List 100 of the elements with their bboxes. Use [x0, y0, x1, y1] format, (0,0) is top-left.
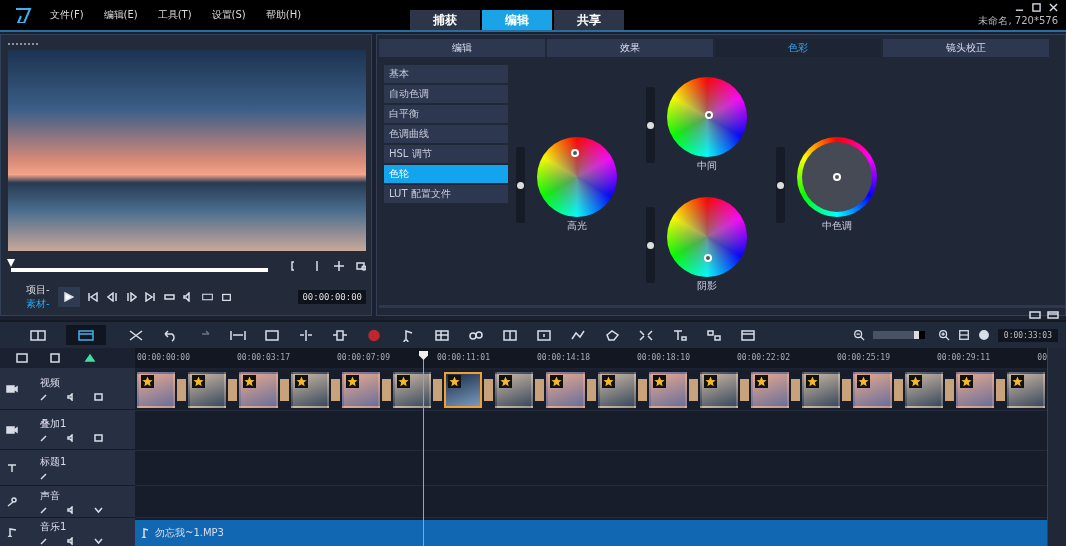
slider-track[interactable]: [646, 207, 655, 283]
menu-item[interactable]: 帮助(H): [265, 8, 302, 22]
mode-link[interactable]: 素材-: [26, 297, 50, 311]
category-item[interactable]: 白平衡: [384, 105, 508, 123]
wheel-handle[interactable]: [704, 110, 713, 119]
split-arrows-icon[interactable]: [298, 328, 314, 342]
menu-item[interactable]: 编辑(E): [103, 8, 138, 22]
mode-link[interactable]: 项目-: [26, 283, 50, 297]
pencil-icon[interactable]: [40, 393, 49, 401]
step-forward-icon[interactable]: [125, 292, 137, 302]
transition-clip[interactable]: [740, 379, 750, 401]
category-item[interactable]: 色调曲线: [384, 125, 508, 143]
chevron-down-icon[interactable]: [94, 506, 103, 514]
squares-icon[interactable]: [502, 328, 518, 342]
panel-tab[interactable]: 色彩: [715, 39, 881, 57]
screen-icon[interactable]: [536, 328, 552, 342]
fit-icon[interactable]: [957, 329, 970, 341]
zoom-slider-thumb[interactable]: [914, 331, 920, 339]
text-icon[interactable]: [6, 462, 18, 473]
category-item[interactable]: HSL 调节: [384, 145, 508, 163]
video-clip[interactable]: [546, 372, 585, 408]
slider-track[interactable]: [776, 147, 785, 223]
panel-tab[interactable]: 效果: [547, 39, 713, 57]
panel-tab[interactable]: 编辑: [379, 39, 545, 57]
audio-clip[interactable]: 勿忘我~1.MP3: [135, 520, 1047, 546]
wheel-handle[interactable]: [703, 253, 712, 262]
zoom-slider-fill[interactable]: [872, 331, 915, 339]
slider-thumb[interactable]: [777, 182, 784, 189]
transition-clip[interactable]: [279, 379, 289, 401]
transition-clip[interactable]: [842, 379, 852, 401]
wheel-handle[interactable]: [571, 149, 580, 157]
video-clip[interactable]: [239, 372, 278, 408]
transition-clip[interactable]: [893, 379, 903, 401]
music-note-icon[interactable]: [6, 527, 18, 537]
fit-width-icon[interactable]: [230, 328, 246, 342]
transition-clip[interactable]: [228, 379, 238, 401]
transition-clip[interactable]: [944, 379, 954, 401]
crop-icon[interactable]: [220, 292, 232, 302]
video-camera-icon[interactable]: [6, 424, 18, 435]
timecode-field[interactable]: 00:00:00:00: [298, 290, 366, 304]
video-clip[interactable]: [597, 372, 636, 408]
video-clip[interactable]: [751, 372, 790, 408]
crosshair-icon[interactable]: [334, 261, 344, 271]
maximize-icon[interactable]: [1032, 2, 1041, 12]
menu-item[interactable]: 工具(T): [157, 8, 192, 22]
video-clip[interactable]: [955, 372, 994, 408]
chevron-down-icon[interactable]: [94, 536, 103, 545]
speaker-icon[interactable]: [67, 393, 76, 401]
shape-icon[interactable]: [604, 328, 620, 342]
text-icon[interactable]: [672, 328, 688, 342]
scrub-handle[interactable]: [7, 259, 15, 267]
speaker-icon[interactable]: [67, 506, 76, 514]
circles-icon[interactable]: [468, 328, 484, 342]
pencil-icon[interactable]: [40, 536, 49, 545]
transition-clip[interactable]: [433, 379, 443, 401]
play-button[interactable]: [57, 287, 80, 307]
video-clip[interactable]: [137, 372, 176, 408]
close-icon[interactable]: [1049, 2, 1058, 12]
speaker-icon[interactable]: [67, 434, 76, 442]
time-ruler[interactable]: 00:00:00:00 00:00:03:17 00:00:07:09 00:00:11:01 00:00:14:18 00:00:18:10 00:00:22:02 00:00:25:19 00:00:29:11 00: [135, 348, 1047, 368]
microphone-icon[interactable]: [6, 496, 18, 507]
zoom-slider-track[interactable]: [872, 331, 925, 339]
window-icon[interactable]: [1047, 311, 1059, 319]
wheel-handle[interactable]: [833, 173, 841, 181]
category-item[interactable]: LUT 配置文件: [384, 185, 508, 203]
speaker-icon[interactable]: [67, 536, 76, 545]
video-clip[interactable]: [1006, 372, 1046, 408]
transition-clip[interactable]: [688, 379, 698, 401]
transition-clip[interactable]: [484, 379, 494, 401]
slider-thumb[interactable]: [647, 122, 654, 129]
skip-start-icon[interactable]: [87, 292, 99, 302]
panel-tab[interactable]: 镜头校正: [883, 39, 1049, 57]
video-clip[interactable]: [699, 372, 739, 408]
playhead-marker[interactable]: [419, 351, 428, 360]
calendar-icon[interactable]: [740, 328, 756, 342]
aspect-ratio-icon[interactable]: [201, 292, 213, 302]
transition-clip[interactable]: [535, 379, 545, 401]
transform-icon[interactable]: [638, 328, 654, 342]
transition-clip[interactable]: [586, 379, 596, 401]
menu-item[interactable]: 文件(F): [50, 8, 84, 22]
zoom-out-icon[interactable]: [852, 329, 865, 341]
transition-clip[interactable]: [177, 379, 187, 401]
video-clip[interactable]: [341, 372, 380, 408]
blocks-icon[interactable]: [706, 328, 722, 342]
video-clip[interactable]: [648, 372, 687, 408]
video-clip[interactable]: [802, 372, 841, 408]
video-clip[interactable]: [188, 372, 227, 408]
slider-thumb[interactable]: [517, 182, 524, 189]
scissors-icon[interactable]: [128, 328, 144, 342]
add-marker-icon[interactable]: [84, 353, 96, 363]
undo-icon[interactable]: [162, 328, 178, 342]
transition-clip[interactable]: [791, 379, 801, 401]
transition-clip[interactable]: [330, 379, 340, 401]
mode-tab[interactable]: 共享: [554, 10, 624, 30]
grid-icon[interactable]: [434, 328, 450, 342]
video-clip[interactable]: [495, 372, 534, 408]
pencil-icon[interactable]: [40, 472, 49, 480]
video-camera-icon[interactable]: [6, 383, 18, 394]
menu-item[interactable]: 设置(S): [211, 8, 246, 22]
timeline-view-button[interactable]: [66, 325, 106, 345]
